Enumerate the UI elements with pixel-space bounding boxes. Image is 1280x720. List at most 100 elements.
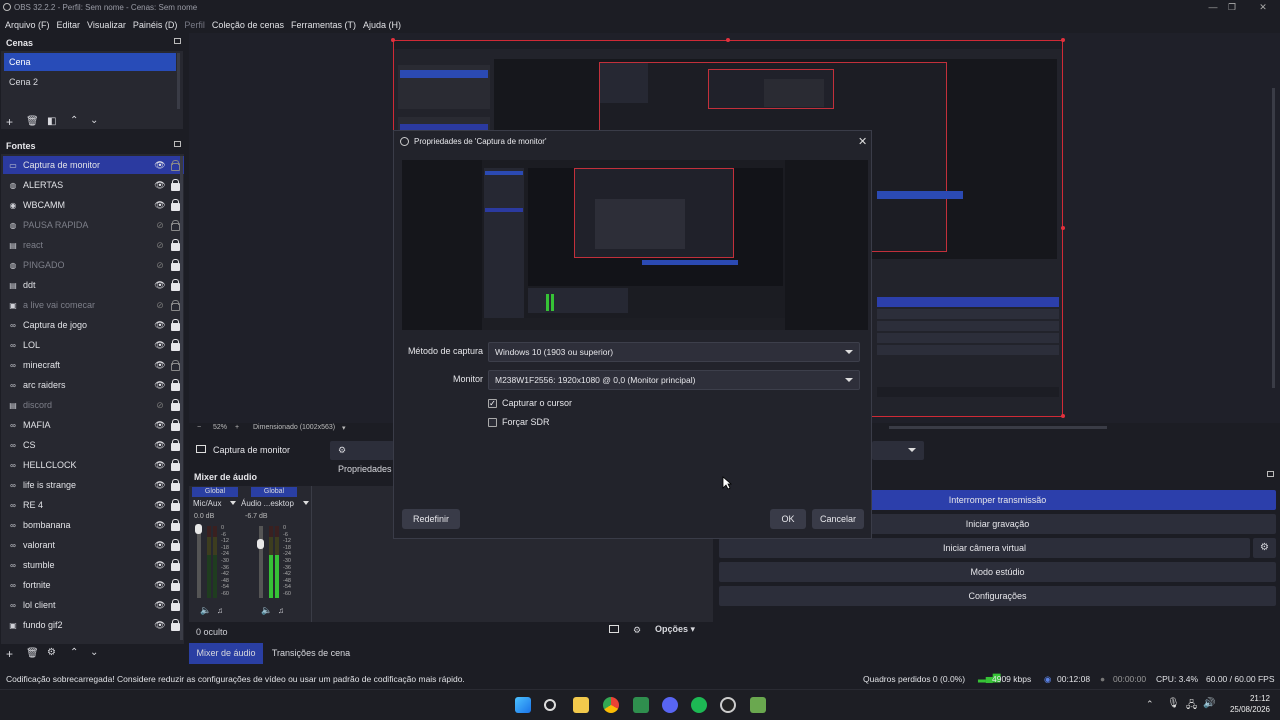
zoom-in-icon[interactable]: + bbox=[235, 424, 239, 431]
source-item[interactable]: ∞ bombanana 👁 bbox=[3, 516, 184, 534]
lock-icon[interactable] bbox=[171, 398, 180, 411]
unlock-icon[interactable] bbox=[171, 159, 180, 171]
resize-handle[interactable] bbox=[726, 38, 730, 42]
lock-icon[interactable] bbox=[171, 538, 180, 551]
force-sdr-checkbox[interactable]: Forçar SDR bbox=[488, 417, 550, 427]
menu-item[interactable]: Editar bbox=[57, 20, 81, 30]
chevron-down-icon[interactable] bbox=[230, 501, 236, 505]
lock-icon[interactable] bbox=[171, 458, 180, 471]
scrollbar[interactable] bbox=[180, 156, 183, 640]
trash-icon[interactable]: 🗑 bbox=[26, 116, 39, 127]
eye-icon[interactable]: 👁 bbox=[154, 280, 166, 291]
eye-icon[interactable]: 👁 bbox=[154, 180, 166, 191]
source-item[interactable]: ∞ LOL 👁 bbox=[3, 336, 184, 354]
lock-icon[interactable] bbox=[171, 238, 180, 251]
undock-icon[interactable] bbox=[174, 141, 181, 147]
menu-item[interactable]: Ferramentas (T) bbox=[291, 20, 356, 30]
virtual-camera-settings-icon[interactable]: ⚙ bbox=[1253, 538, 1276, 558]
chrome-icon[interactable] bbox=[603, 697, 619, 713]
lock-icon[interactable] bbox=[171, 258, 180, 271]
lock-icon[interactable] bbox=[171, 318, 180, 331]
undock-icon[interactable] bbox=[1267, 471, 1274, 477]
mixer-settings-icon[interactable]: ⚙ bbox=[633, 625, 641, 636]
eye-icon[interactable]: 👁 bbox=[154, 600, 166, 611]
scene-item[interactable]: Cena 2 bbox=[4, 73, 176, 91]
source-item[interactable]: ∞ CS 👁 bbox=[3, 436, 184, 454]
monitor-select[interactable]: M238W1F2556: 1920x1080 @ 0,0 (Monitor pr… bbox=[488, 370, 860, 390]
scene-item[interactable]: Cena bbox=[4, 53, 176, 71]
source-item[interactable]: ▣ fundo gif2 👁 bbox=[3, 616, 184, 634]
source-item[interactable]: ◍ PAUSA RAPIDA ⊘ bbox=[3, 216, 184, 234]
horizontal-scrollbar[interactable] bbox=[889, 426, 1107, 429]
unlock-icon[interactable] bbox=[171, 299, 180, 311]
lock-icon[interactable] bbox=[171, 438, 180, 451]
lock-icon[interactable] bbox=[171, 498, 180, 511]
spotify-icon[interactable] bbox=[691, 697, 707, 713]
lock-icon[interactable] bbox=[171, 518, 180, 531]
lock-icon[interactable] bbox=[171, 618, 180, 631]
volume-handle[interactable] bbox=[257, 539, 264, 549]
volume-handle[interactable] bbox=[195, 524, 202, 534]
eye-hidden-icon[interactable]: ⊘ bbox=[154, 400, 166, 411]
windows-start-icon[interactable] bbox=[515, 697, 531, 713]
eye-icon[interactable]: 👁 bbox=[154, 160, 166, 171]
lock-icon[interactable] bbox=[171, 478, 180, 491]
menu-item[interactable]: Ajuda (H) bbox=[363, 20, 401, 30]
options-menu[interactable]: Opções ▾ bbox=[655, 624, 695, 635]
menu-item[interactable]: Perfil bbox=[184, 20, 205, 30]
eye-icon[interactable]: 👁 bbox=[154, 380, 166, 391]
source-item[interactable]: ▤ ddt 👁 bbox=[3, 276, 184, 294]
tab-scene-transitions[interactable]: Transições de cena bbox=[265, 643, 357, 664]
source-item[interactable]: ◍ PINGADO ⊘ bbox=[3, 256, 184, 274]
eye-icon[interactable]: 👁 bbox=[154, 540, 166, 551]
source-item[interactable]: ∞ lol client 👁 bbox=[3, 596, 184, 614]
move-up-icon[interactable]: ⌃ bbox=[70, 115, 78, 126]
eye-icon[interactable]: 👁 bbox=[154, 460, 166, 471]
clock-time[interactable]: 21:12 bbox=[1244, 694, 1270, 703]
source-item[interactable]: ∞ fortnite 👁 bbox=[3, 576, 184, 594]
eye-icon[interactable]: 👁 bbox=[154, 200, 166, 211]
eye-hidden-icon[interactable]: ⊘ bbox=[154, 300, 166, 311]
tab-audio-mixer[interactable]: Mixer de áudio bbox=[189, 643, 263, 664]
scale-mode[interactable]: Dimensionado (1002x563) bbox=[253, 424, 335, 431]
source-item[interactable]: ∞ stumble 👁 bbox=[3, 556, 184, 574]
reset-button[interactable]: Redefinir bbox=[402, 509, 460, 529]
eye-icon[interactable]: 👁 bbox=[154, 580, 166, 591]
start-virtual-camera-button[interactable]: Iniciar câmera virtual bbox=[719, 538, 1250, 558]
microphone-icon[interactable]: 🎙 bbox=[1167, 698, 1180, 709]
resize-handle[interactable] bbox=[391, 38, 395, 42]
chevron-down-icon[interactable] bbox=[303, 501, 309, 505]
resize-handle[interactable] bbox=[1061, 414, 1065, 418]
eye-icon[interactable]: 👁 bbox=[154, 480, 166, 491]
volume-icon[interactable]: 🔊 bbox=[1203, 698, 1215, 709]
eye-icon[interactable]: 👁 bbox=[154, 620, 166, 631]
move-up-icon[interactable]: ⌃ bbox=[70, 647, 78, 658]
speaker-icon[interactable]: 🔈 bbox=[200, 605, 211, 616]
unlock-icon[interactable] bbox=[171, 219, 180, 231]
source-item[interactable]: ▤ react ⊘ bbox=[3, 236, 184, 254]
add-source-icon[interactable]: + bbox=[6, 647, 13, 661]
capture-method-select[interactable]: Windows 10 (1903 ou superior) bbox=[488, 342, 860, 362]
eye-icon[interactable]: 👁 bbox=[154, 500, 166, 511]
discord-icon[interactable] bbox=[662, 697, 678, 713]
search-icon[interactable] bbox=[544, 699, 556, 711]
scrollbar[interactable] bbox=[177, 53, 180, 109]
source-item[interactable]: ∞ valorant 👁 bbox=[3, 536, 184, 554]
unlock-icon[interactable] bbox=[171, 359, 180, 371]
studio-mode-button[interactable]: Modo estúdio bbox=[719, 562, 1276, 582]
lock-icon[interactable] bbox=[171, 278, 180, 291]
eye-icon[interactable]: 👁 bbox=[154, 360, 166, 371]
eye-icon[interactable]: 👁 bbox=[154, 520, 166, 531]
maximize-button[interactable]: ❐ bbox=[1215, 0, 1249, 15]
eye-icon[interactable]: 👁 bbox=[154, 420, 166, 431]
lock-icon[interactable] bbox=[171, 578, 180, 591]
volume-slider[interactable] bbox=[259, 526, 263, 598]
lock-icon[interactable] bbox=[171, 198, 180, 211]
cancel-button[interactable]: Cancelar bbox=[812, 509, 864, 529]
source-item[interactable]: ◉ WBCAMM 👁 bbox=[3, 196, 184, 214]
properties-button[interactable]: ⚙ Propriedades bbox=[330, 441, 394, 474]
source-item[interactable]: ∞ Captura de jogo 👁 bbox=[3, 316, 184, 334]
chevron-up-icon[interactable]: ⌃ bbox=[1146, 699, 1154, 710]
game-icon[interactable] bbox=[750, 697, 766, 713]
close-button[interactable]: ✕ bbox=[1246, 0, 1280, 15]
